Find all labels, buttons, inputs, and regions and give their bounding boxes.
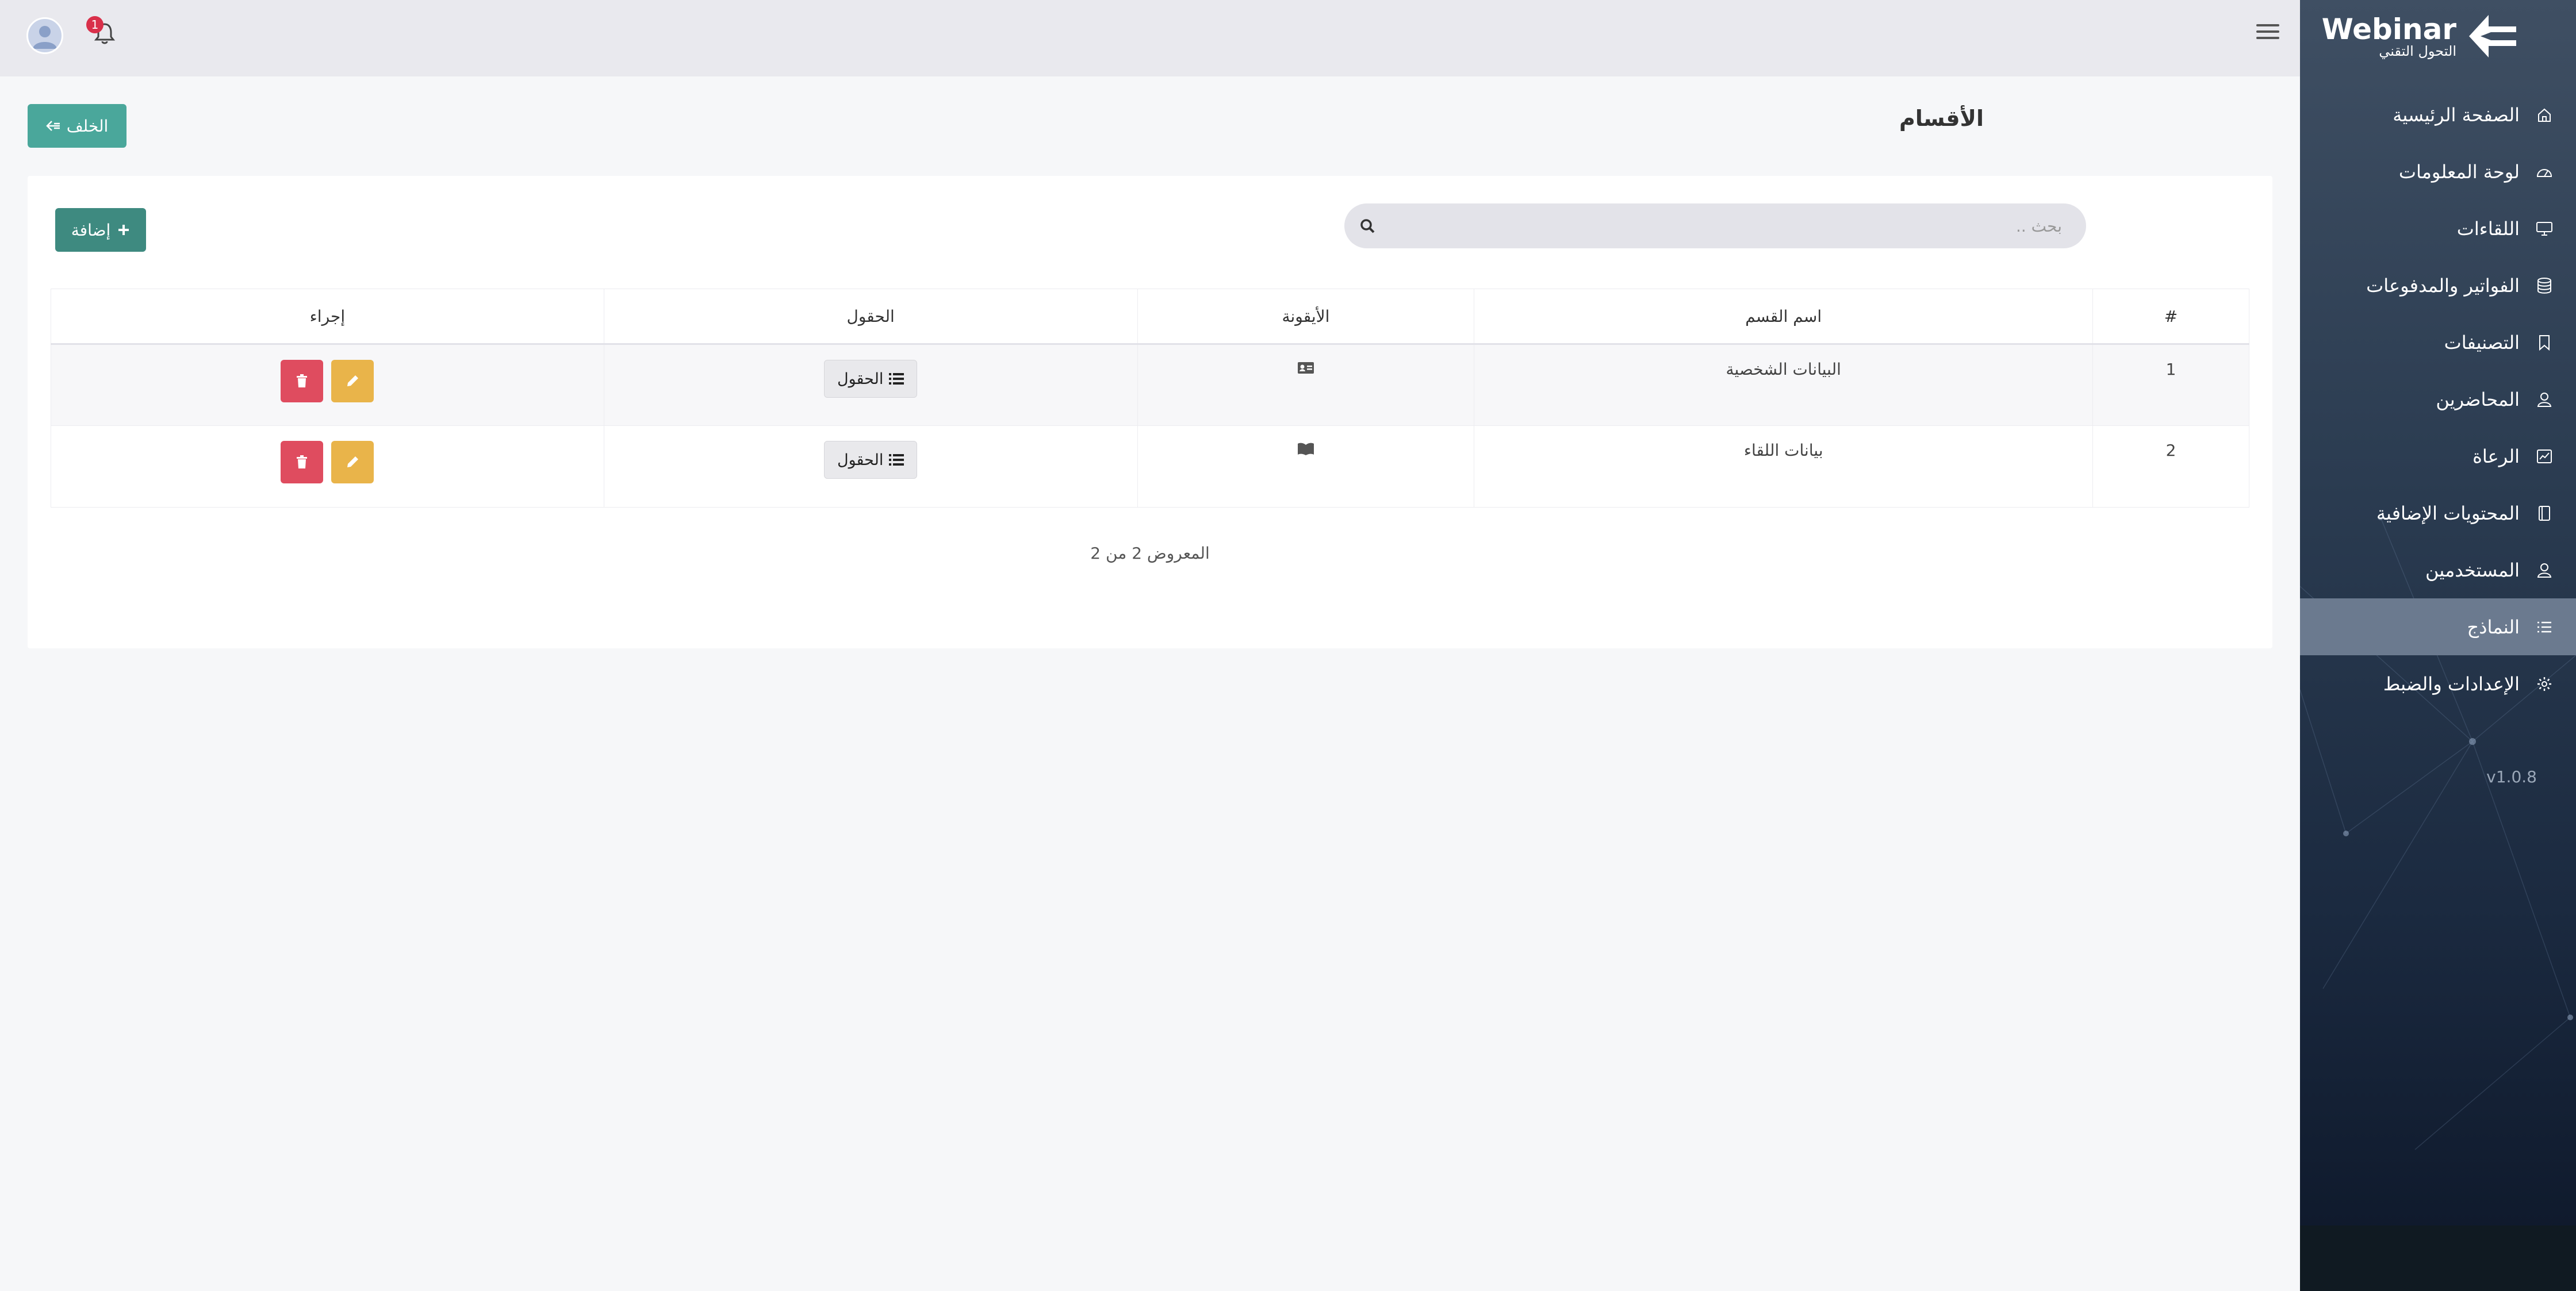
sidebar-footer-band	[2300, 1225, 2576, 1291]
bookmark-icon	[2535, 333, 2554, 352]
menu-toggle-icon[interactable]	[2256, 24, 2279, 43]
book-icon	[2535, 504, 2554, 523]
sidebar-item-users[interactable]: المستخدمين	[2300, 541, 2576, 598]
column-header-action: إجراء	[51, 289, 604, 345]
sidebar-item-label: الصفحة الرئيسية	[2393, 103, 2520, 126]
list-icon	[889, 454, 904, 466]
sidebar-item-label: المستخدمين	[2425, 559, 2520, 581]
sidebar-item-extra-content[interactable]: المحتويات الإضافية	[2300, 485, 2576, 541]
gear-icon	[2535, 674, 2554, 694]
logo-arrow-icon	[2469, 15, 2516, 57]
sections-card: إضافة # اسم القسم الأيقونة الحقول إجراء …	[28, 176, 2272, 648]
page-title: الأقسام	[1899, 106, 1984, 131]
sidebar-item-label: الفواتير والمدفوعات	[2366, 274, 2520, 297]
sidebar-item-forms[interactable]: النماذج	[2300, 598, 2576, 655]
row-icon-cell	[1137, 425, 1475, 508]
back-button[interactable]: الخلف	[28, 104, 126, 148]
sidebar-item-settings[interactable]: الإعدادات والضبط	[2300, 655, 2576, 712]
sidebar-item-home[interactable]: الصفحة الرئيسية	[2300, 86, 2576, 143]
database-icon	[2535, 276, 2554, 295]
list-icon	[889, 373, 904, 385]
user-avatar[interactable]	[26, 17, 63, 54]
row-actions-cell	[51, 425, 604, 508]
search-box	[1344, 203, 2086, 248]
sidebar-item-label: التصنيفات	[2444, 331, 2520, 354]
sidebar-item-label: المحتويات الإضافية	[2376, 502, 2520, 524]
plus-icon	[118, 225, 129, 235]
trash-icon	[297, 374, 308, 387]
pencil-icon	[347, 456, 359, 467]
avatar-icon	[33, 26, 57, 49]
back-button-label: الخلف	[66, 116, 109, 136]
pagination-summary: المعروض 2 من 2	[1090, 544, 1210, 563]
column-header-icon[interactable]: الأيقونة	[1137, 289, 1475, 345]
search-input[interactable]	[1375, 216, 2063, 236]
logo[interactable]: Webinar التحول التقني	[2322, 13, 2518, 60]
edit-button[interactable]	[331, 360, 374, 402]
sidebar-item-meetings[interactable]: اللقاءات	[2300, 200, 2576, 257]
user-icon	[2535, 560, 2554, 580]
edit-button[interactable]	[331, 441, 374, 483]
user-icon	[2535, 390, 2554, 409]
trash-icon	[297, 455, 308, 468]
top-bar: 1	[0, 0, 2300, 76]
pencil-icon	[347, 375, 359, 386]
arrow-left-icon	[45, 121, 60, 131]
monitor-icon	[2535, 219, 2554, 239]
gauge-icon	[2535, 162, 2554, 182]
column-header-number: #	[2092, 289, 2249, 345]
sidebar-item-label: النماذج	[2467, 616, 2520, 638]
table-header-row: # اسم القسم الأيقونة الحقول إجراء	[51, 289, 2249, 345]
fields-button-label: الحقول	[837, 370, 884, 388]
sidebar-item-label: الرعاة	[2472, 445, 2520, 467]
notification-badge: 1	[86, 16, 103, 33]
sidebar-item-lecturers[interactable]: المحاضرين	[2300, 371, 2576, 428]
column-header-fields[interactable]: الحقول	[603, 289, 1138, 345]
search-icon[interactable]	[1359, 218, 1375, 234]
sidebar-item-categories[interactable]: التصنيفات	[2300, 314, 2576, 371]
add-button-label: إضافة	[71, 220, 111, 240]
row-actions-cell	[51, 344, 604, 426]
sidebar-item-label: لوحة المعلومات	[2398, 160, 2520, 183]
row-name: بيانات اللقاء	[1474, 425, 2094, 508]
fields-button[interactable]: الحقول	[823, 441, 918, 479]
sidebar-nav: الصفحة الرئيسية لوحة المعلومات اللقاءات …	[2300, 86, 2576, 712]
logo-tagline: التحول التقني	[2379, 43, 2456, 59]
fields-button-label: الحقول	[837, 451, 884, 469]
list-icon	[2535, 617, 2554, 637]
row-number: 2	[2092, 425, 2249, 508]
delete-button[interactable]	[281, 441, 324, 483]
sidebar-item-label: المحاضرين	[2436, 388, 2520, 410]
column-header-name[interactable]: اسم القسم	[1474, 289, 2094, 345]
sidebar-item-label: الإعدادات والضبط	[2383, 673, 2520, 695]
fields-button[interactable]: الحقول	[823, 360, 918, 398]
delete-button[interactable]	[281, 360, 324, 402]
sidebar-item-sponsors[interactable]: الرعاة	[2300, 428, 2576, 485]
row-icon-cell	[1137, 344, 1475, 426]
logo-brand: Webinar	[2321, 13, 2456, 46]
sidebar-item-label: اللقاءات	[2456, 217, 2520, 240]
table-row: 2 بيانات اللقاء الحقول	[51, 425, 2249, 508]
row-number: 1	[2092, 344, 2249, 426]
app-version: v1.0.8	[2486, 767, 2537, 786]
sidebar-item-dashboard[interactable]: لوحة المعلومات	[2300, 143, 2576, 200]
table-row: 1 البيانات الشخصية الحقول	[51, 344, 2249, 426]
row-name: البيانات الشخصية	[1474, 344, 2094, 426]
row-fields-cell: الحقول	[603, 344, 1138, 426]
open-book-icon	[1297, 443, 1314, 455]
home-icon	[2535, 105, 2554, 125]
sections-table: # اسم القسم الأيقونة الحقول إجراء 1 البي…	[51, 289, 2249, 508]
sidebar: Webinar التحول التقني الصفحة الرئيسية لو…	[2300, 0, 2576, 1291]
row-fields-cell: الحقول	[603, 425, 1138, 508]
add-button[interactable]: إضافة	[55, 208, 146, 252]
chart-icon	[2535, 447, 2554, 466]
id-card-icon	[1297, 362, 1314, 374]
sidebar-item-invoices[interactable]: الفواتير والمدفوعات	[2300, 257, 2576, 314]
